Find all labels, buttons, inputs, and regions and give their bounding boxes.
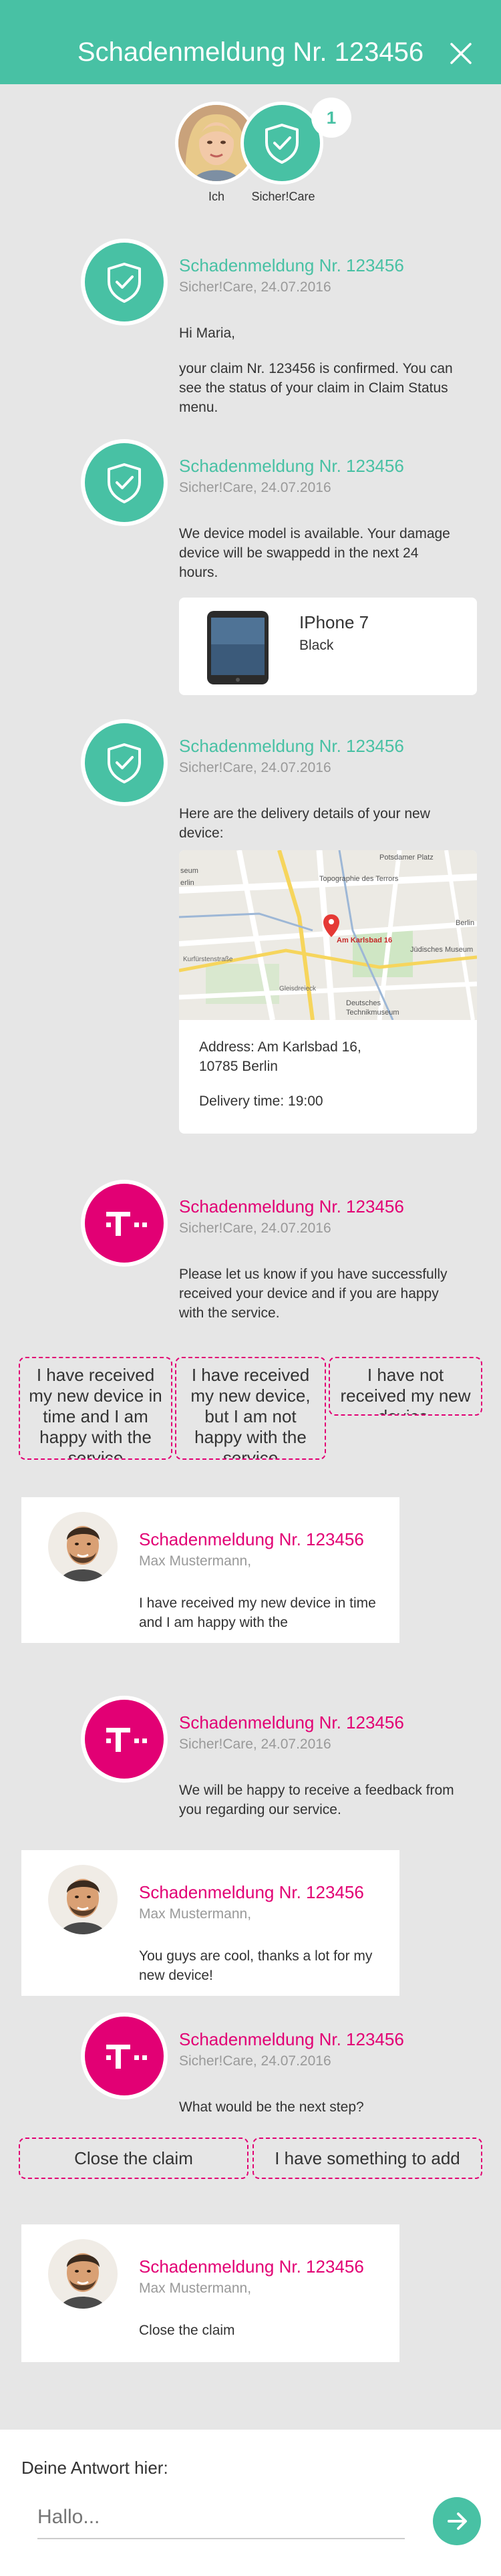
unread-badge: 1 <box>311 98 351 138</box>
delivery-address: Address: Am Karlsbad 16, 10785 Berlin <box>199 1039 361 1074</box>
reply-input[interactable] <box>37 2496 405 2539</box>
sender-avatar-telekom <box>81 1696 168 1783</box>
option-label: I have something to add <box>275 2148 460 2168</box>
reply-composer: Deine Antwort hier: <box>0 2430 501 2576</box>
message-body: Please let us know if you have successfu… <box>179 1267 448 1321</box>
shield-check-icon <box>108 743 141 783</box>
map-label: Gleisdreieck <box>279 985 317 993</box>
telekom-logo-icon <box>106 1212 147 1236</box>
phone-image <box>207 611 269 684</box>
send-button[interactable] <box>433 2497 481 2545</box>
option-label: Close the claim <box>74 2148 193 2168</box>
reply-meta: Max Mustermann, <box>139 2281 252 2296</box>
message-meta: Sicher!Care, 24.07.2016 <box>179 1736 331 1752</box>
map-label: Deutsches <box>346 999 381 1007</box>
message-body: What would be the next step? <box>179 2099 364 2115</box>
map-label: erlin <box>180 879 194 887</box>
reply-meta: Max Mustermann, <box>139 1906 252 1922</box>
telekom-logo-icon <box>106 2045 147 2069</box>
option-not-received[interactable]: I have not received my new device. <box>329 1357 482 1416</box>
message-greeting: Hi Maria, <box>179 326 236 341</box>
option-received-not-happy[interactable]: I have received my new device, but I am … <box>175 1357 326 1460</box>
option-label: I have received my new device in time an… <box>29 1365 162 1460</box>
delivery-time: Delivery time: 19:00 <box>199 1093 323 1109</box>
avatar-max <box>48 2239 118 2309</box>
delivery-card: Potsdamer Platz seum erlin Topographie d… <box>179 850 477 1134</box>
sender-avatar-sicher-care <box>81 239 168 326</box>
sender-avatar-telekom <box>81 2013 168 2099</box>
participant-label-ich: Ich <box>208 190 224 203</box>
close-icon <box>450 43 472 64</box>
user-reply-card: Schadenmeldung Nr. 123456 Max Mustermann… <box>21 2224 399 2362</box>
map-label: Berlin <box>456 919 474 927</box>
user-reply-card: Schadenmeldung Nr. 123456 Max Mustermann… <box>21 1850 399 1996</box>
composer-label: Deine Antwort hier: <box>21 2458 168 2478</box>
map-label: Technikmuseum <box>346 1009 399 1017</box>
avatar-max <box>48 1865 118 1934</box>
shield-check-icon <box>108 263 141 303</box>
map-label: Kurfürstenstraße <box>183 956 233 963</box>
message-body: your claim Nr. 123456 is confirmed. You … <box>179 361 453 415</box>
option-label: I have received my new device, but I am … <box>190 1365 311 1460</box>
option-label: I have not received my new device. <box>340 1365 471 1414</box>
map-label: Potsdamer Platz <box>379 854 434 862</box>
message-body: Here are the delivery details of your ne… <box>179 806 430 841</box>
message-title: Schadenmeldung Nr. 123456 <box>179 1712 404 1732</box>
map-label: seum <box>180 867 198 875</box>
message-title: Schadenmeldung Nr. 123456 <box>179 2029 404 2049</box>
delivery-map[interactable]: Potsdamer Platz seum erlin Topographie d… <box>179 850 477 1020</box>
message-meta: Sicher!Care, 24.07.2016 <box>179 2053 331 2069</box>
page-title: Schadenmeldung Nr. 123456 <box>77 37 424 67</box>
message-title: Schadenmeldung Nr. 123456 <box>179 736 404 756</box>
map-label: Jüdisches Museum <box>410 946 473 954</box>
option-add-something[interactable]: I have something to add <box>253 2138 482 2179</box>
shield-check-icon <box>265 124 299 164</box>
sender-avatar-telekom <box>81 1180 168 1267</box>
message-title: Schadenmeldung Nr. 123456 <box>179 1196 404 1216</box>
map-label: Topographie des Terrors <box>319 875 399 883</box>
device-card[interactable]: IPhone 7 Black <box>179 598 477 695</box>
device-color: Black <box>299 638 334 653</box>
sender-avatar-sicher-care <box>81 719 168 806</box>
reply-body: Close the claim <box>139 2323 235 2338</box>
telekom-logo-icon <box>106 1728 147 1752</box>
participant-label-sicher-care: Sicher!Care <box>251 190 315 203</box>
map-pin-label: Am Karlsbad 16 <box>337 936 392 944</box>
send-arrow-icon <box>448 2513 467 2530</box>
close-button[interactable] <box>448 40 474 67</box>
reply-title: Schadenmeldung Nr. 123456 <box>139 1529 364 1549</box>
reply-title: Schadenmeldung Nr. 123456 <box>139 1882 364 1902</box>
message-meta: Sicher!Care, 24.07.2016 <box>179 760 331 775</box>
reply-body: You guys are cool, thanks a lot for my n… <box>139 1948 373 1983</box>
header-bar: Schadenmeldung Nr. 123456 <box>0 0 501 84</box>
avatar-max <box>48 1512 118 1581</box>
reply-meta: Max Mustermann, <box>139 1553 252 1569</box>
reply-body: I have received my new device in time an… <box>139 1595 376 1630</box>
message-meta: Sicher!Care, 24.07.2016 <box>179 480 331 495</box>
option-received-happy[interactable]: I have received my new device in time an… <box>19 1357 172 1460</box>
message-title: Schadenmeldung Nr. 123456 <box>179 456 404 476</box>
shield-check-icon <box>108 463 141 503</box>
message-body: We device model is available. Your damag… <box>179 526 450 580</box>
device-name: IPhone 7 <box>299 612 369 632</box>
message-body: We will be happy to receive a feedback f… <box>179 1783 454 1817</box>
reply-title: Schadenmeldung Nr. 123456 <box>139 2257 364 2277</box>
sender-avatar-sicher-care <box>81 439 168 526</box>
option-close-claim[interactable]: Close the claim <box>19 2138 248 2179</box>
message-meta: Sicher!Care, 24.07.2016 <box>179 1220 331 1236</box>
message-title: Schadenmeldung Nr. 123456 <box>179 255 404 275</box>
user-reply-card: Schadenmeldung Nr. 123456 Max Mustermann… <box>21 1497 399 1643</box>
message-meta: Sicher!Care, 24.07.2016 <box>179 279 331 295</box>
